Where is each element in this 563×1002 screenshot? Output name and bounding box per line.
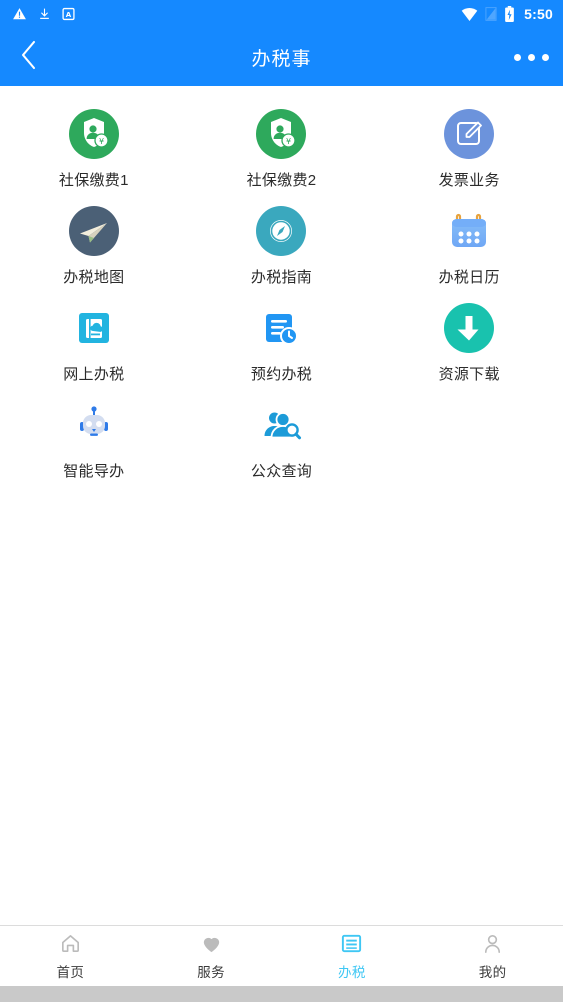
chevron-left-icon (20, 40, 37, 75)
tab-services[interactable]: 服务 (141, 926, 282, 986)
grid-item-label: 社保缴费1 (58, 172, 129, 189)
more-horizontal-icon (528, 53, 535, 61)
grid-item-smart-assistant[interactable]: 智能导办 (0, 395, 188, 492)
battery-charging-icon (504, 6, 515, 22)
more-horizontal-icon (542, 53, 549, 61)
grid-item-social-security-1[interactable]: ¥ 社保缴费1 (0, 104, 188, 201)
grid-item-social-security-2[interactable]: ¥ 社保缴费2 (188, 104, 376, 201)
grid-item-label: 办税日历 (438, 269, 500, 286)
system-gesture-bar (0, 986, 563, 1002)
app-header: 办税事 (0, 28, 563, 86)
home-icon (59, 932, 82, 956)
grid-item-tax-guide[interactable]: 办税指南 (188, 201, 376, 298)
download-icon (38, 7, 51, 21)
tab-label: 我的 (478, 964, 507, 980)
wifi-icon (461, 7, 478, 21)
tab-mine[interactable]: 我的 (422, 926, 563, 986)
tab-label: 服务 (197, 964, 226, 980)
page-title: 办税事 (251, 48, 312, 70)
grid-item-label: 智能导办 (63, 463, 125, 480)
person-icon (481, 932, 504, 956)
grid-item-appointment-tax[interactable]: 预约办税 (188, 298, 376, 395)
grid-item-resource-download[interactable]: 资源下载 (375, 298, 563, 395)
tab-label: 办税 (337, 964, 366, 980)
grid-item-label: 办税指南 (250, 269, 313, 286)
invoice-edit-icon (443, 108, 495, 160)
paper-plane-map-icon (68, 205, 120, 257)
back-button[interactable] (0, 28, 56, 86)
svg-text:¥: ¥ (99, 137, 104, 146)
grid-item-label: 发票业务 (438, 172, 500, 189)
grid-item-label: 预约办税 (250, 366, 313, 383)
grid-item-online-tax[interactable]: 网上办税 (0, 298, 188, 395)
service-grid: ¥ 社保缴费1 ¥ 社保缴费2 发票业务 办税地图 办税指南 办税日历 网上办税… (0, 86, 563, 492)
grid-item-label: 社保缴费2 (246, 172, 317, 189)
social-security-payment-icon: ¥ (68, 108, 120, 160)
robot-assistant-icon (68, 399, 120, 451)
heart-icon (200, 932, 223, 956)
bottom-tab-bar: 首页 服务 办税 我的 (0, 925, 563, 986)
boxed-a-icon: A (62, 7, 75, 21)
online-tax-document-icon (68, 302, 120, 354)
grid-item-label: 公众查询 (250, 463, 313, 480)
status-time: 5:50 (524, 6, 553, 22)
grid-item-tax-calendar[interactable]: 办税日历 (375, 201, 563, 298)
social-security-payment-icon: ¥ (255, 108, 307, 160)
status-bar: A 5:50 (0, 0, 563, 28)
compass-guide-icon (255, 205, 307, 257)
svg-text:A: A (66, 10, 72, 19)
signal-off-icon (485, 7, 497, 21)
calendar-icon (443, 205, 495, 257)
grid-item-public-query[interactable]: 公众查询 (188, 395, 376, 492)
more-horizontal-icon (514, 53, 521, 61)
tab-label: 首页 (56, 964, 85, 980)
grid-item-label: 网上办税 (63, 366, 125, 383)
grid-item-label: 办税地图 (63, 269, 125, 286)
svg-text:¥: ¥ (286, 137, 291, 146)
download-circle-icon (443, 302, 495, 354)
appointment-clock-document-icon (255, 302, 307, 354)
grid-item-label: 资源下载 (438, 366, 500, 383)
more-options-button[interactable] (514, 28, 549, 86)
grid-item-tax-map[interactable]: 办税地图 (0, 201, 188, 298)
warning-triangle-icon (12, 7, 27, 21)
grid-item-invoice-business[interactable]: 发票业务 (375, 104, 563, 201)
public-search-people-icon (255, 399, 307, 451)
status-bar-right-icons: 5:50 (461, 6, 553, 22)
status-bar-left-icons: A (12, 7, 75, 21)
list-icon (340, 932, 363, 956)
tab-home[interactable]: 首页 (0, 926, 141, 986)
tab-tax[interactable]: 办税 (282, 926, 423, 986)
